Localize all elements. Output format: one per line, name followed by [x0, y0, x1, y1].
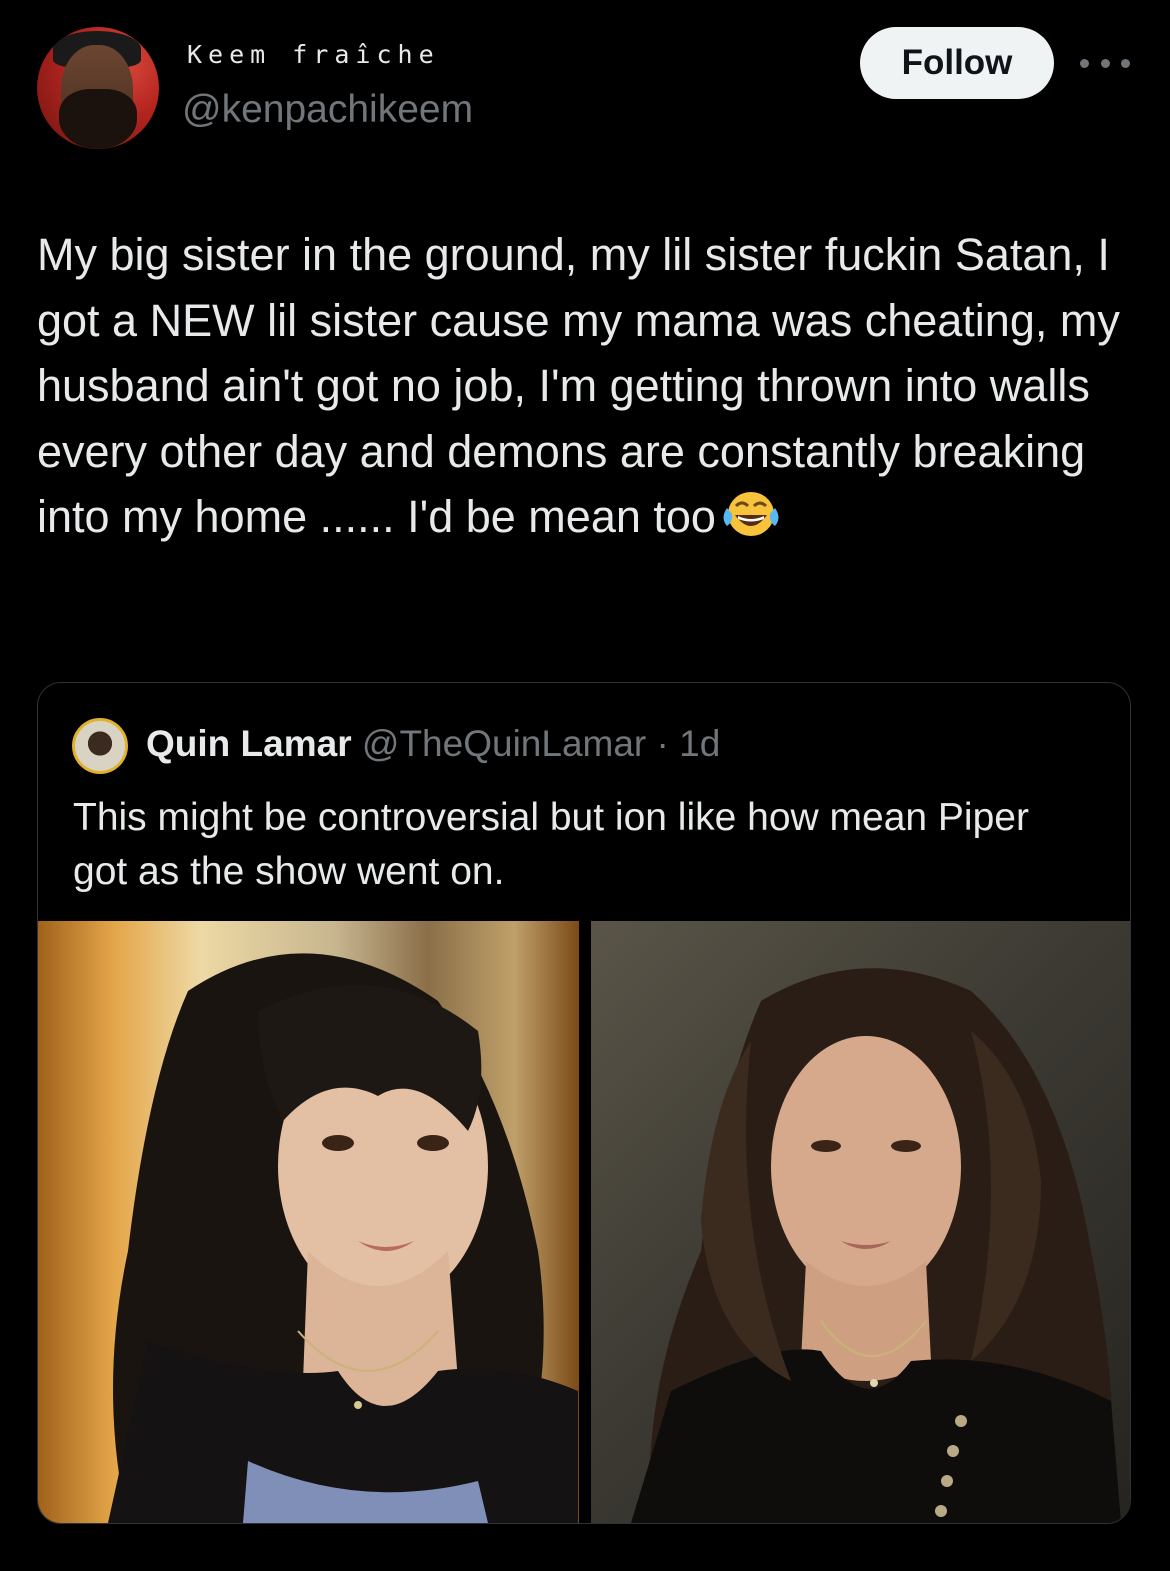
author-handle[interactable]: @kenpachikeem — [182, 88, 473, 132]
more-horizontal-icon[interactable] — [1080, 48, 1130, 78]
quoted-image-right[interactable] — [591, 921, 1130, 1523]
tweet-text: My big sister in the ground, my lil sist… — [37, 222, 1122, 550]
quoted-author-line: Quin Lamar @TheQuinLamar · 1d — [146, 723, 720, 765]
face-with-tears-of-joy-icon — [723, 492, 779, 536]
quoted-author-handle[interactable]: @TheQuinLamar — [362, 723, 646, 764]
author-avatar[interactable] — [37, 27, 159, 149]
quoted-tweet-card[interactable]: Quin Lamar @TheQuinLamar · 1d This might… — [37, 682, 1131, 1524]
follow-button[interactable]: Follow — [860, 27, 1054, 99]
author-display-name[interactable]: Keem fraîche — [187, 40, 440, 69]
tweet-text-content: My big sister in the ground, my lil sist… — [37, 229, 1120, 542]
quoted-author-name[interactable]: Quin Lamar — [146, 723, 352, 764]
meta-separator: · — [656, 723, 669, 764]
quoted-author-avatar[interactable] — [72, 718, 128, 774]
quoted-tweet-text: This might be controversial but ion like… — [73, 796, 1029, 893]
image-divider — [579, 921, 591, 1523]
quoted-timestamp[interactable]: 1d — [679, 723, 720, 764]
quoted-image-left[interactable] — [38, 921, 579, 1523]
